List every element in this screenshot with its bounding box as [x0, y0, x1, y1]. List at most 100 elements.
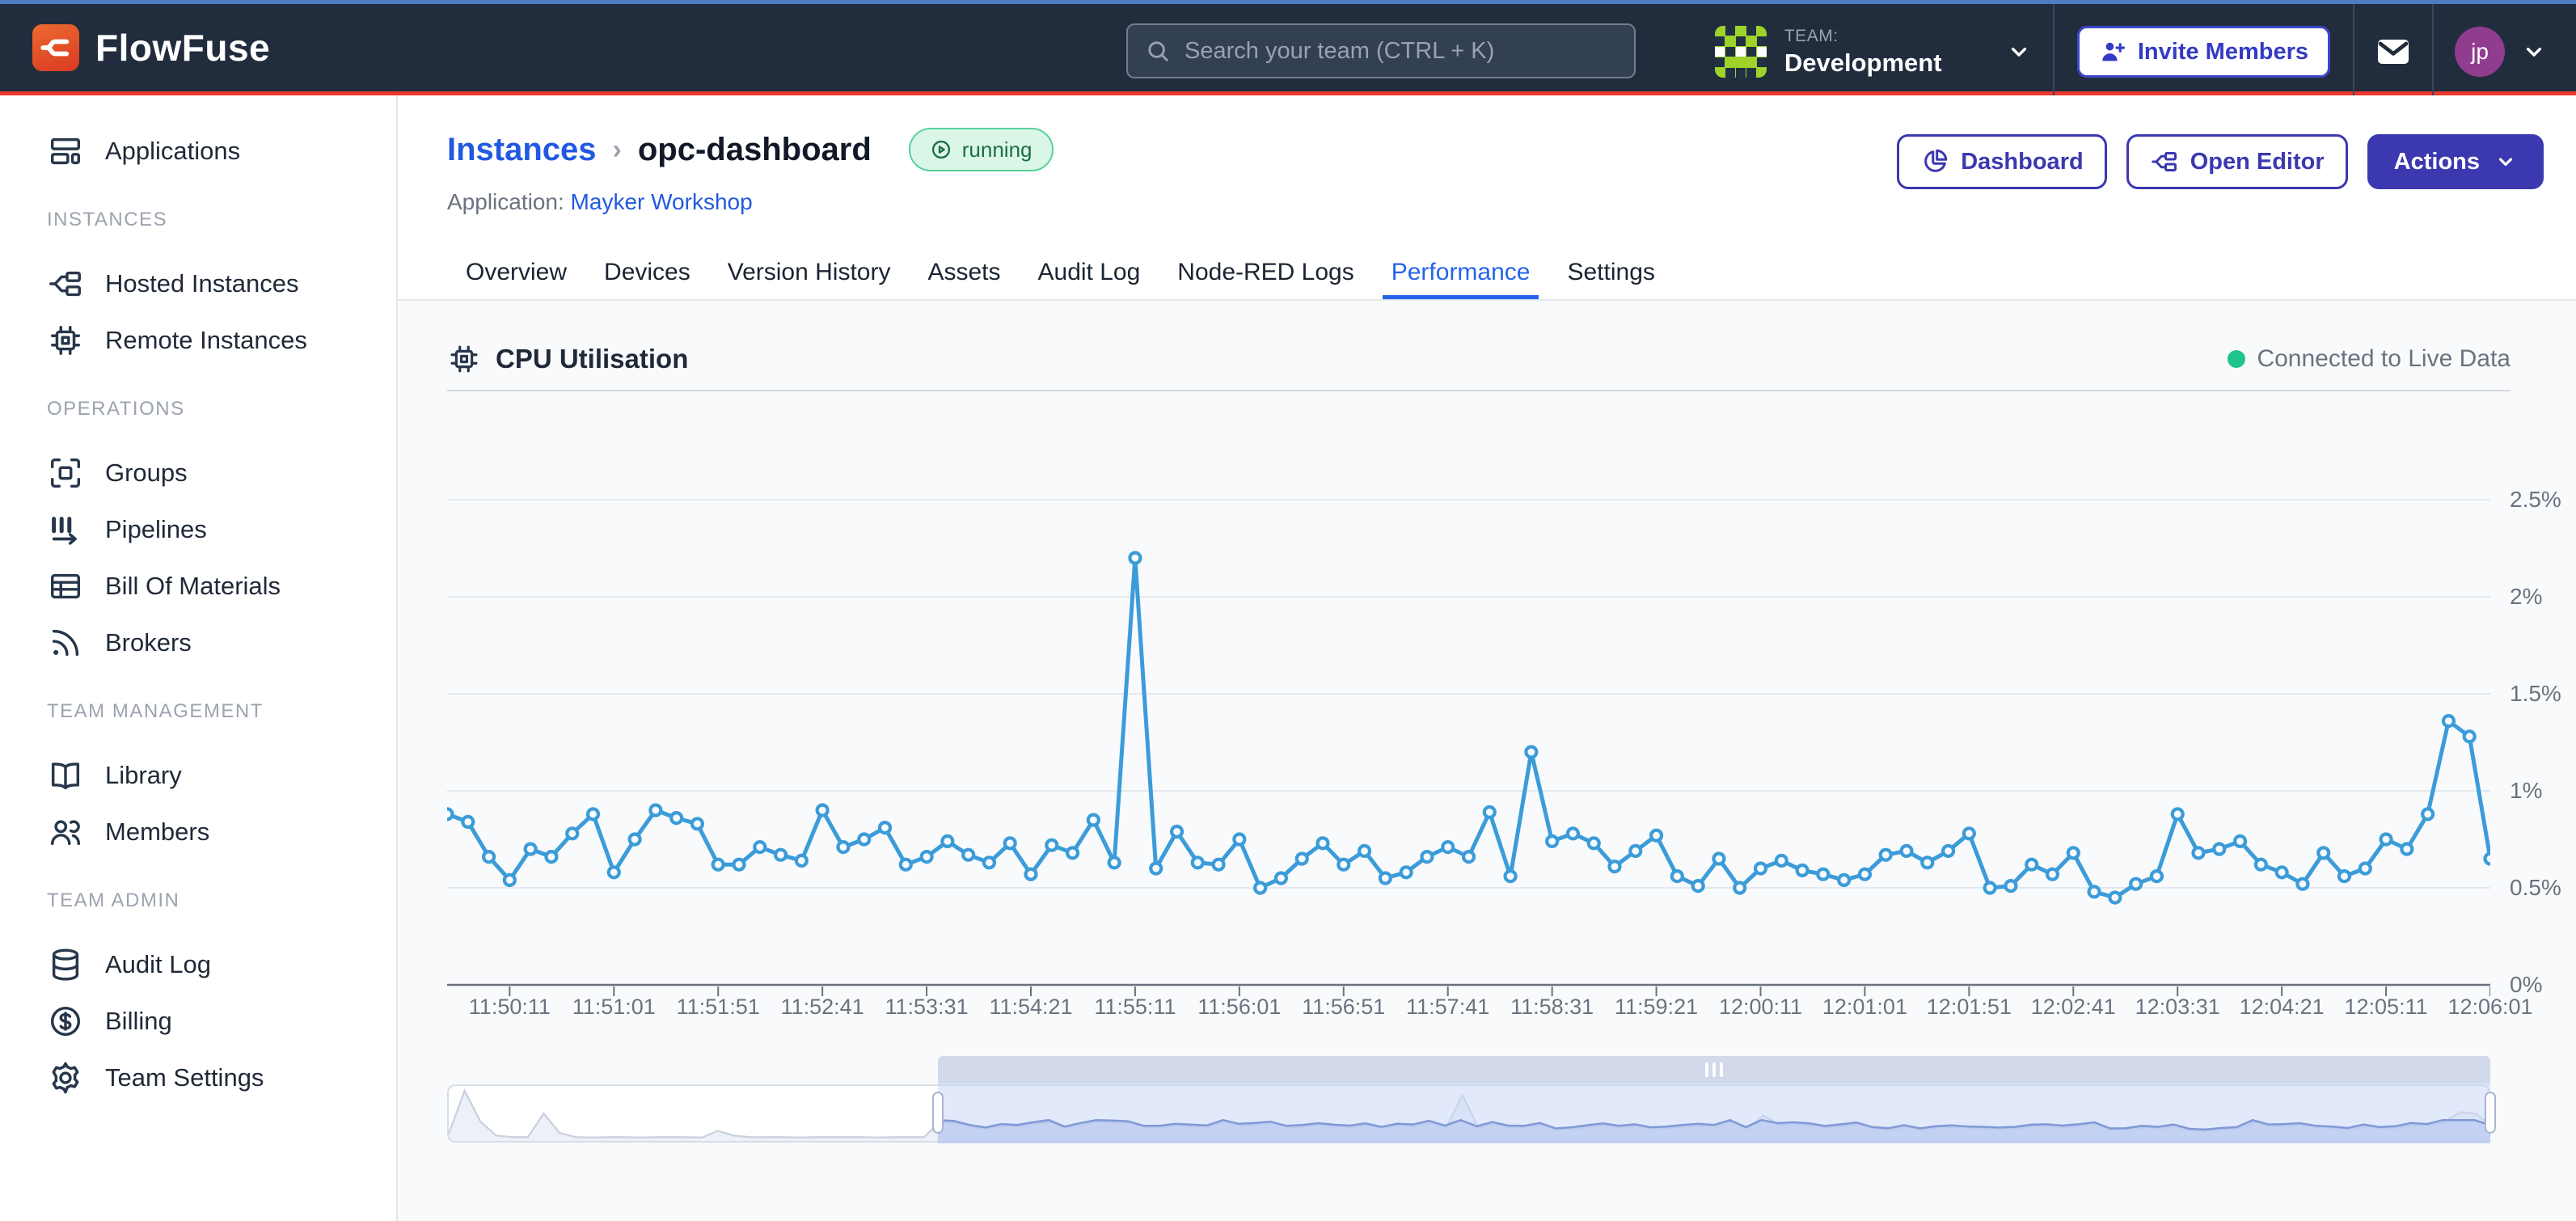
sidebar-item-label: Library	[105, 761, 182, 790]
sidebar-item-groups[interactable]: Groups	[0, 445, 396, 501]
team-selector[interactable]: TEAM: Development	[1687, 4, 2053, 99]
actions-label: Actions	[2394, 149, 2480, 175]
avatar: jp	[2455, 27, 2505, 77]
team-identicon	[1715, 26, 1767, 78]
sidebar-item-audit-log[interactable]: Audit Log	[0, 936, 396, 993]
y-tick-label: 1.5%	[2510, 679, 2561, 708]
page-head: Instances › opc-dashboard running Applic…	[447, 128, 1054, 215]
sidebar-section-team-admin: TEAM ADMIN	[0, 880, 396, 922]
brush-selection-window[interactable]	[938, 1084, 2490, 1143]
application-line: Application: Mayker Workshop	[447, 189, 1054, 215]
sidebar-item-label: Team Settings	[105, 1063, 264, 1092]
sidebar-item-label: Audit Log	[105, 950, 211, 979]
live-status-label: Connected to Live Data	[2257, 345, 2511, 373]
book-open-icon	[47, 757, 84, 794]
team-search[interactable]	[1126, 23, 1636, 78]
search-icon	[1144, 37, 1172, 65]
chevron-down-icon	[2006, 39, 2032, 65]
sidebar-item-label: Hosted Instances	[105, 269, 299, 298]
sidebar-item-label: Pipelines	[105, 515, 207, 544]
tab-devices[interactable]: Devices	[585, 246, 709, 299]
y-tick-label: 2.5%	[2510, 485, 2561, 514]
brush-selected-sparkline	[938, 1084, 2490, 1143]
live-status: Connected to Live Data	[2228, 345, 2511, 373]
brand[interactable]: FlowFuse	[32, 24, 270, 71]
sidebar-section-instances: INSTANCES	[0, 199, 396, 241]
chevron-down-icon	[2521, 39, 2547, 65]
sidebar-item-label: Remote Instances	[105, 326, 307, 355]
pipelines-icon	[47, 511, 84, 548]
top-navigation-bar: FlowFuse	[0, 0, 2576, 95]
sidebar-item-label: Brokers	[105, 628, 192, 657]
sidebar-item-members[interactable]: Members	[0, 804, 396, 860]
table-icon	[47, 568, 84, 605]
sidebar-item-brokers[interactable]: Brokers	[0, 615, 396, 671]
brush-left-handle[interactable]	[932, 1092, 944, 1134]
y-tick-label: 1%	[2510, 776, 2542, 805]
application-label: Application:	[447, 189, 564, 214]
user-menu[interactable]: jp	[2434, 4, 2558, 99]
status-label: running	[962, 137, 1033, 163]
chart-title: CPU Utilisation	[447, 342, 688, 376]
tabs-divider	[398, 299, 2576, 301]
brush-right-handle[interactable]	[2485, 1092, 2496, 1134]
play-circle-icon	[930, 138, 952, 161]
dashboard-button[interactable]: Dashboard	[1897, 134, 2106, 189]
team-name: Development	[1784, 49, 1988, 78]
tab-audit-log[interactable]: Audit Log	[1020, 246, 1159, 299]
flow-branch-icon	[47, 265, 84, 302]
flow-branch-icon	[2150, 147, 2179, 176]
sidebar-item-remote-instances[interactable]: Remote Instances	[0, 312, 396, 369]
tab-assets[interactable]: Assets	[909, 246, 1019, 299]
instance-action-buttons: Dashboard Open Editor Actions	[1897, 134, 2544, 189]
y-tick-label: 2%	[2510, 582, 2542, 611]
team-label: TEAM:	[1784, 27, 1988, 46]
live-status-dot-icon	[2228, 350, 2245, 368]
sidebar-item-billing[interactable]: Billing	[0, 993, 396, 1050]
breadcrumb: Instances › opc-dashboard running	[447, 128, 1054, 171]
sidebar-item-label: Members	[105, 818, 209, 847]
application-link[interactable]: Mayker Workshop	[571, 189, 753, 214]
gear-icon	[47, 1059, 84, 1096]
users-icon	[47, 813, 84, 851]
cpu-line-chart[interactable]	[447, 396, 2490, 1001]
rss-icon	[47, 624, 84, 661]
tab-version-history[interactable]: Version History	[709, 246, 910, 299]
applications-icon	[47, 133, 84, 170]
group-chip-icon	[47, 454, 84, 492]
status-badge: running	[909, 128, 1054, 171]
invite-members-label: Invite Members	[2138, 39, 2308, 65]
actions-button[interactable]: Actions	[2367, 134, 2544, 189]
sidebar-item-applications[interactable]: Applications	[0, 123, 396, 180]
tab-overview[interactable]: Overview	[447, 246, 585, 299]
chevron-down-icon	[2494, 150, 2517, 173]
dollar-circle-icon	[47, 1003, 84, 1040]
sidebar-item-bill-of-materials[interactable]: Bill Of Materials	[0, 558, 396, 615]
header-right-cluster: TEAM: Development Invite Members	[1687, 4, 2558, 99]
tab-settings[interactable]: Settings	[1548, 246, 1673, 299]
notifications-button[interactable]	[2354, 4, 2432, 99]
breadcrumb-separator-icon: ›	[613, 134, 622, 166]
breadcrumb-instances-link[interactable]: Instances	[447, 132, 597, 168]
flowfuse-logo-icon	[32, 24, 79, 71]
sidebar-item-team-settings[interactable]: Team Settings	[0, 1050, 396, 1106]
sidebar-item-hosted-instances[interactable]: Hosted Instances	[0, 256, 396, 312]
sidebar-item-library[interactable]: Library	[0, 747, 396, 804]
search-input[interactable]	[1185, 38, 1618, 65]
dashboard-label: Dashboard	[1961, 149, 2083, 175]
sidebar-item-label: Applications	[105, 137, 240, 166]
open-editor-button[interactable]: Open Editor	[2126, 134, 2348, 189]
y-tick-label: 0%	[2510, 970, 2542, 999]
tab-node-red-logs[interactable]: Node-RED Logs	[1159, 246, 1372, 299]
invite-members-button[interactable]: Invite Members	[2077, 26, 2330, 78]
brand-name: FlowFuse	[95, 26, 270, 70]
main-content: Instances › opc-dashboard running Applic…	[398, 95, 2576, 1221]
sidebar-item-label: Bill Of Materials	[105, 572, 281, 601]
sidebar-item-pipelines[interactable]: Pipelines	[0, 501, 396, 558]
tab-performance[interactable]: Performance	[1373, 246, 1549, 299]
page-title: opc-dashboard	[638, 132, 872, 168]
chart-divider	[447, 390, 2511, 391]
chip-icon	[47, 322, 84, 359]
brush-selection[interactable]	[938, 1056, 2490, 1143]
brush-drag-handle[interactable]	[938, 1056, 2490, 1084]
